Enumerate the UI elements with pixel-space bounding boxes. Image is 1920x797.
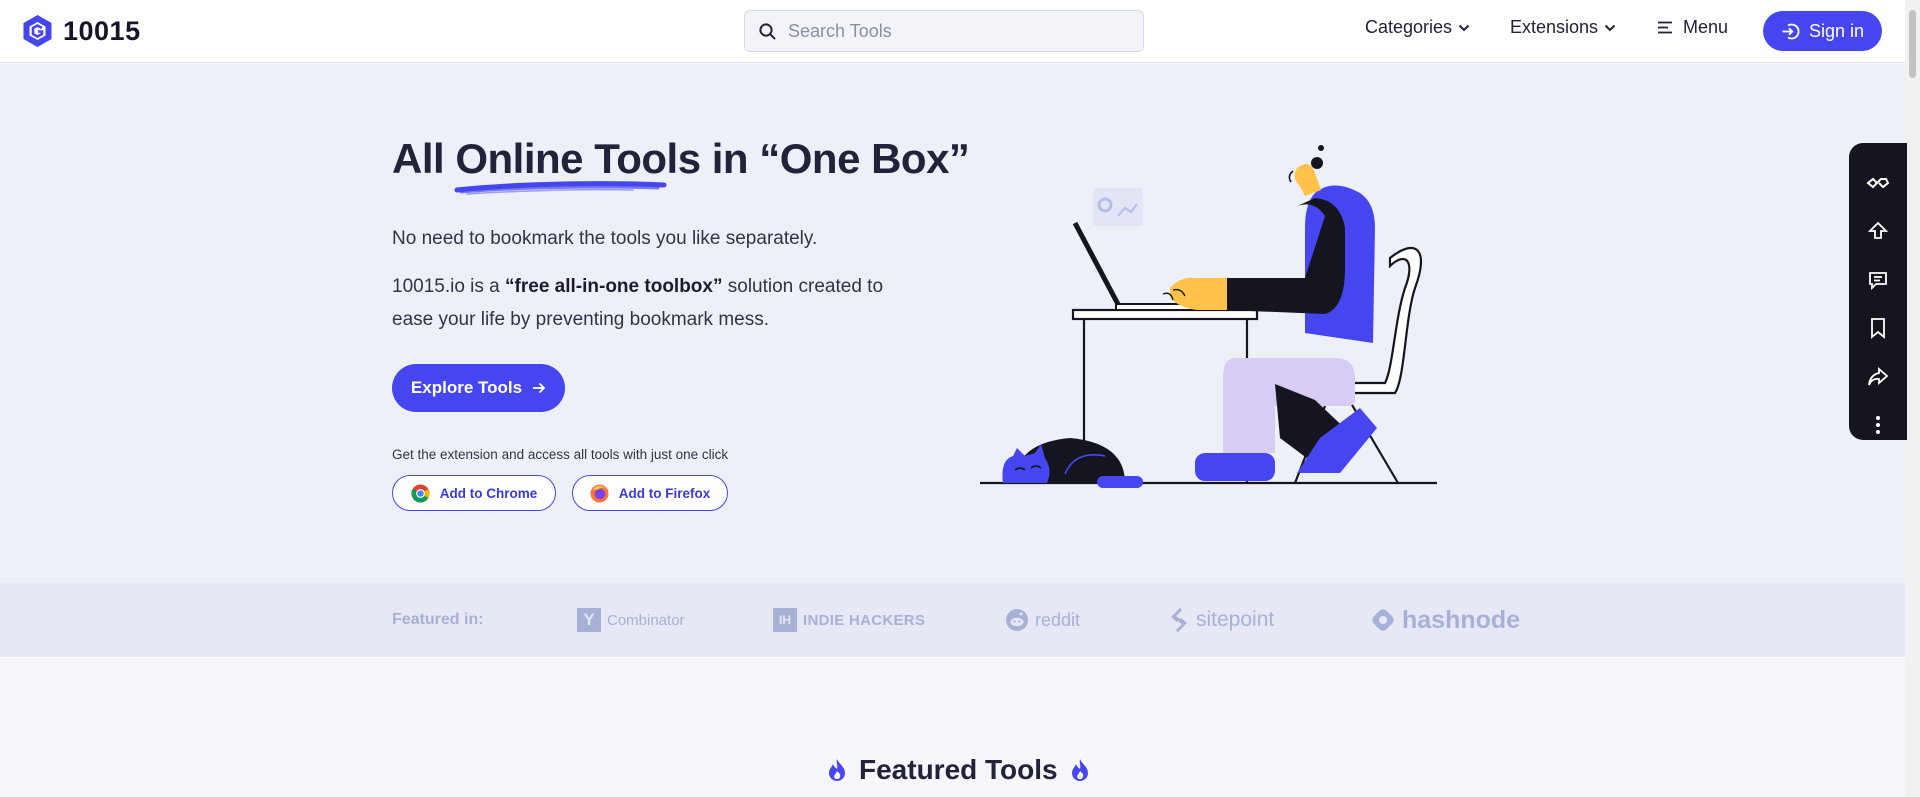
share-icon[interactable] bbox=[1866, 365, 1890, 389]
extension-note: Get the extension and access all tools w… bbox=[392, 447, 729, 462]
login-icon bbox=[1782, 23, 1800, 39]
hero-paragraph-1: No need to bookmark the tools you like s… bbox=[392, 228, 818, 249]
signin-button[interactable]: Sign in bbox=[1763, 11, 1882, 51]
handshake-icon[interactable] bbox=[1866, 171, 1890, 195]
firefox-icon bbox=[590, 483, 609, 503]
search-box[interactable] bbox=[744, 10, 1144, 52]
partner-reddit-label: reddit bbox=[1035, 609, 1081, 630]
hero-title-highlight: Online Tools bbox=[455, 135, 701, 182]
fire-icon bbox=[1071, 759, 1088, 781]
partner-sitepoint-label: sitepoint bbox=[1196, 608, 1275, 631]
partner-ycombinator[interactable]: Y Combinator bbox=[577, 601, 685, 639]
bookmark-icon[interactable] bbox=[1866, 316, 1890, 340]
add-to-chrome-label: Add to Chrome bbox=[439, 485, 538, 501]
partner-indiehackers[interactable]: IH INDIE HACKERS bbox=[773, 601, 925, 639]
page-scrollbar[interactable] bbox=[1905, 0, 1920, 797]
signin-label: Sign in bbox=[1808, 20, 1865, 41]
hero-p2-pre: 10015.io is a bbox=[392, 276, 506, 297]
reddit-icon bbox=[1006, 609, 1028, 631]
logo[interactable]: 10015 bbox=[22, 13, 141, 49]
nav-menu-label: Menu bbox=[1683, 17, 1729, 37]
chevron-down-icon bbox=[1604, 24, 1616, 31]
menu-icon bbox=[1658, 21, 1672, 34]
hero-title-pre: All bbox=[392, 135, 456, 182]
logo-icon bbox=[23, 15, 52, 47]
search-icon bbox=[759, 22, 776, 39]
side-toolbar bbox=[1849, 143, 1907, 440]
featured-tools-title: Featured Tools bbox=[859, 754, 1058, 785]
partner-indiehackers-label: INDIE HACKERS bbox=[803, 611, 926, 629]
partner-hashnode[interactable]: hashnode bbox=[1370, 601, 1520, 639]
partner-reddit[interactable]: reddit bbox=[1005, 601, 1080, 639]
hero-title: All Online Tools in “One Box” bbox=[392, 135, 970, 195]
add-to-chrome-button[interactable]: Add to Chrome bbox=[392, 475, 556, 511]
top-navbar: 10015 Categories Extensions Menu Sign in bbox=[0, 0, 1905, 63]
scrollbar-thumb[interactable] bbox=[1909, 10, 1916, 78]
nav-extensions-label: Extensions bbox=[1510, 17, 1599, 37]
more-vertical-icon[interactable] bbox=[1866, 413, 1890, 437]
featured-tools-heading: Featured Tools bbox=[827, 754, 1090, 786]
hero-title-highlight-wrap: Online Tools bbox=[454, 135, 701, 195]
add-to-firefox-button[interactable]: Add to Firefox bbox=[572, 475, 728, 511]
nav-categories[interactable]: Categories bbox=[1365, 17, 1470, 38]
hero-illustration bbox=[980, 145, 1437, 488]
nav-categories-label: Categories bbox=[1365, 17, 1453, 37]
hashnode-icon bbox=[1372, 609, 1394, 631]
logo-text: 10015 bbox=[63, 15, 141, 46]
chrome-icon bbox=[411, 483, 430, 503]
ycombinator-logo-icon: Y bbox=[577, 608, 601, 632]
explore-tools-label: Explore Tools bbox=[410, 378, 523, 397]
hero-p2-bold: “free all-in-one toolbox” bbox=[505, 276, 723, 297]
indiehackers-logo-icon: IH bbox=[773, 608, 797, 632]
hero-title-post: in “One Box” bbox=[700, 135, 970, 182]
upload-icon[interactable] bbox=[1866, 219, 1890, 243]
partner-hashnode-label: hashnode bbox=[1402, 605, 1521, 634]
add-to-firefox-label: Add to Firefox bbox=[618, 485, 711, 501]
brush-underline-graphic bbox=[454, 181, 667, 195]
sitepoint-icon bbox=[1171, 608, 1187, 632]
comment-icon[interactable] bbox=[1866, 268, 1890, 292]
nav-menu[interactable]: Menu bbox=[1657, 17, 1728, 38]
hero-paragraph-2: 10015.io is a “free all-in-one toolbox” … bbox=[392, 270, 922, 336]
partner-ycombinator-label: Combinator bbox=[607, 611, 685, 629]
fire-icon bbox=[829, 759, 845, 781]
partner-sitepoint[interactable]: sitepoint bbox=[1168, 601, 1274, 639]
chevron-down-icon bbox=[1458, 24, 1470, 31]
nav-extensions[interactable]: Extensions bbox=[1510, 17, 1616, 38]
featured-in-strip: Featured in: Y Combinator IH INDIE HACKE… bbox=[0, 583, 1905, 657]
search-input[interactable] bbox=[788, 20, 1118, 42]
explore-tools-button[interactable]: Explore Tools bbox=[392, 364, 565, 412]
featured-in-label: Featured in: bbox=[392, 611, 484, 628]
arrow-right-icon bbox=[533, 382, 546, 394]
